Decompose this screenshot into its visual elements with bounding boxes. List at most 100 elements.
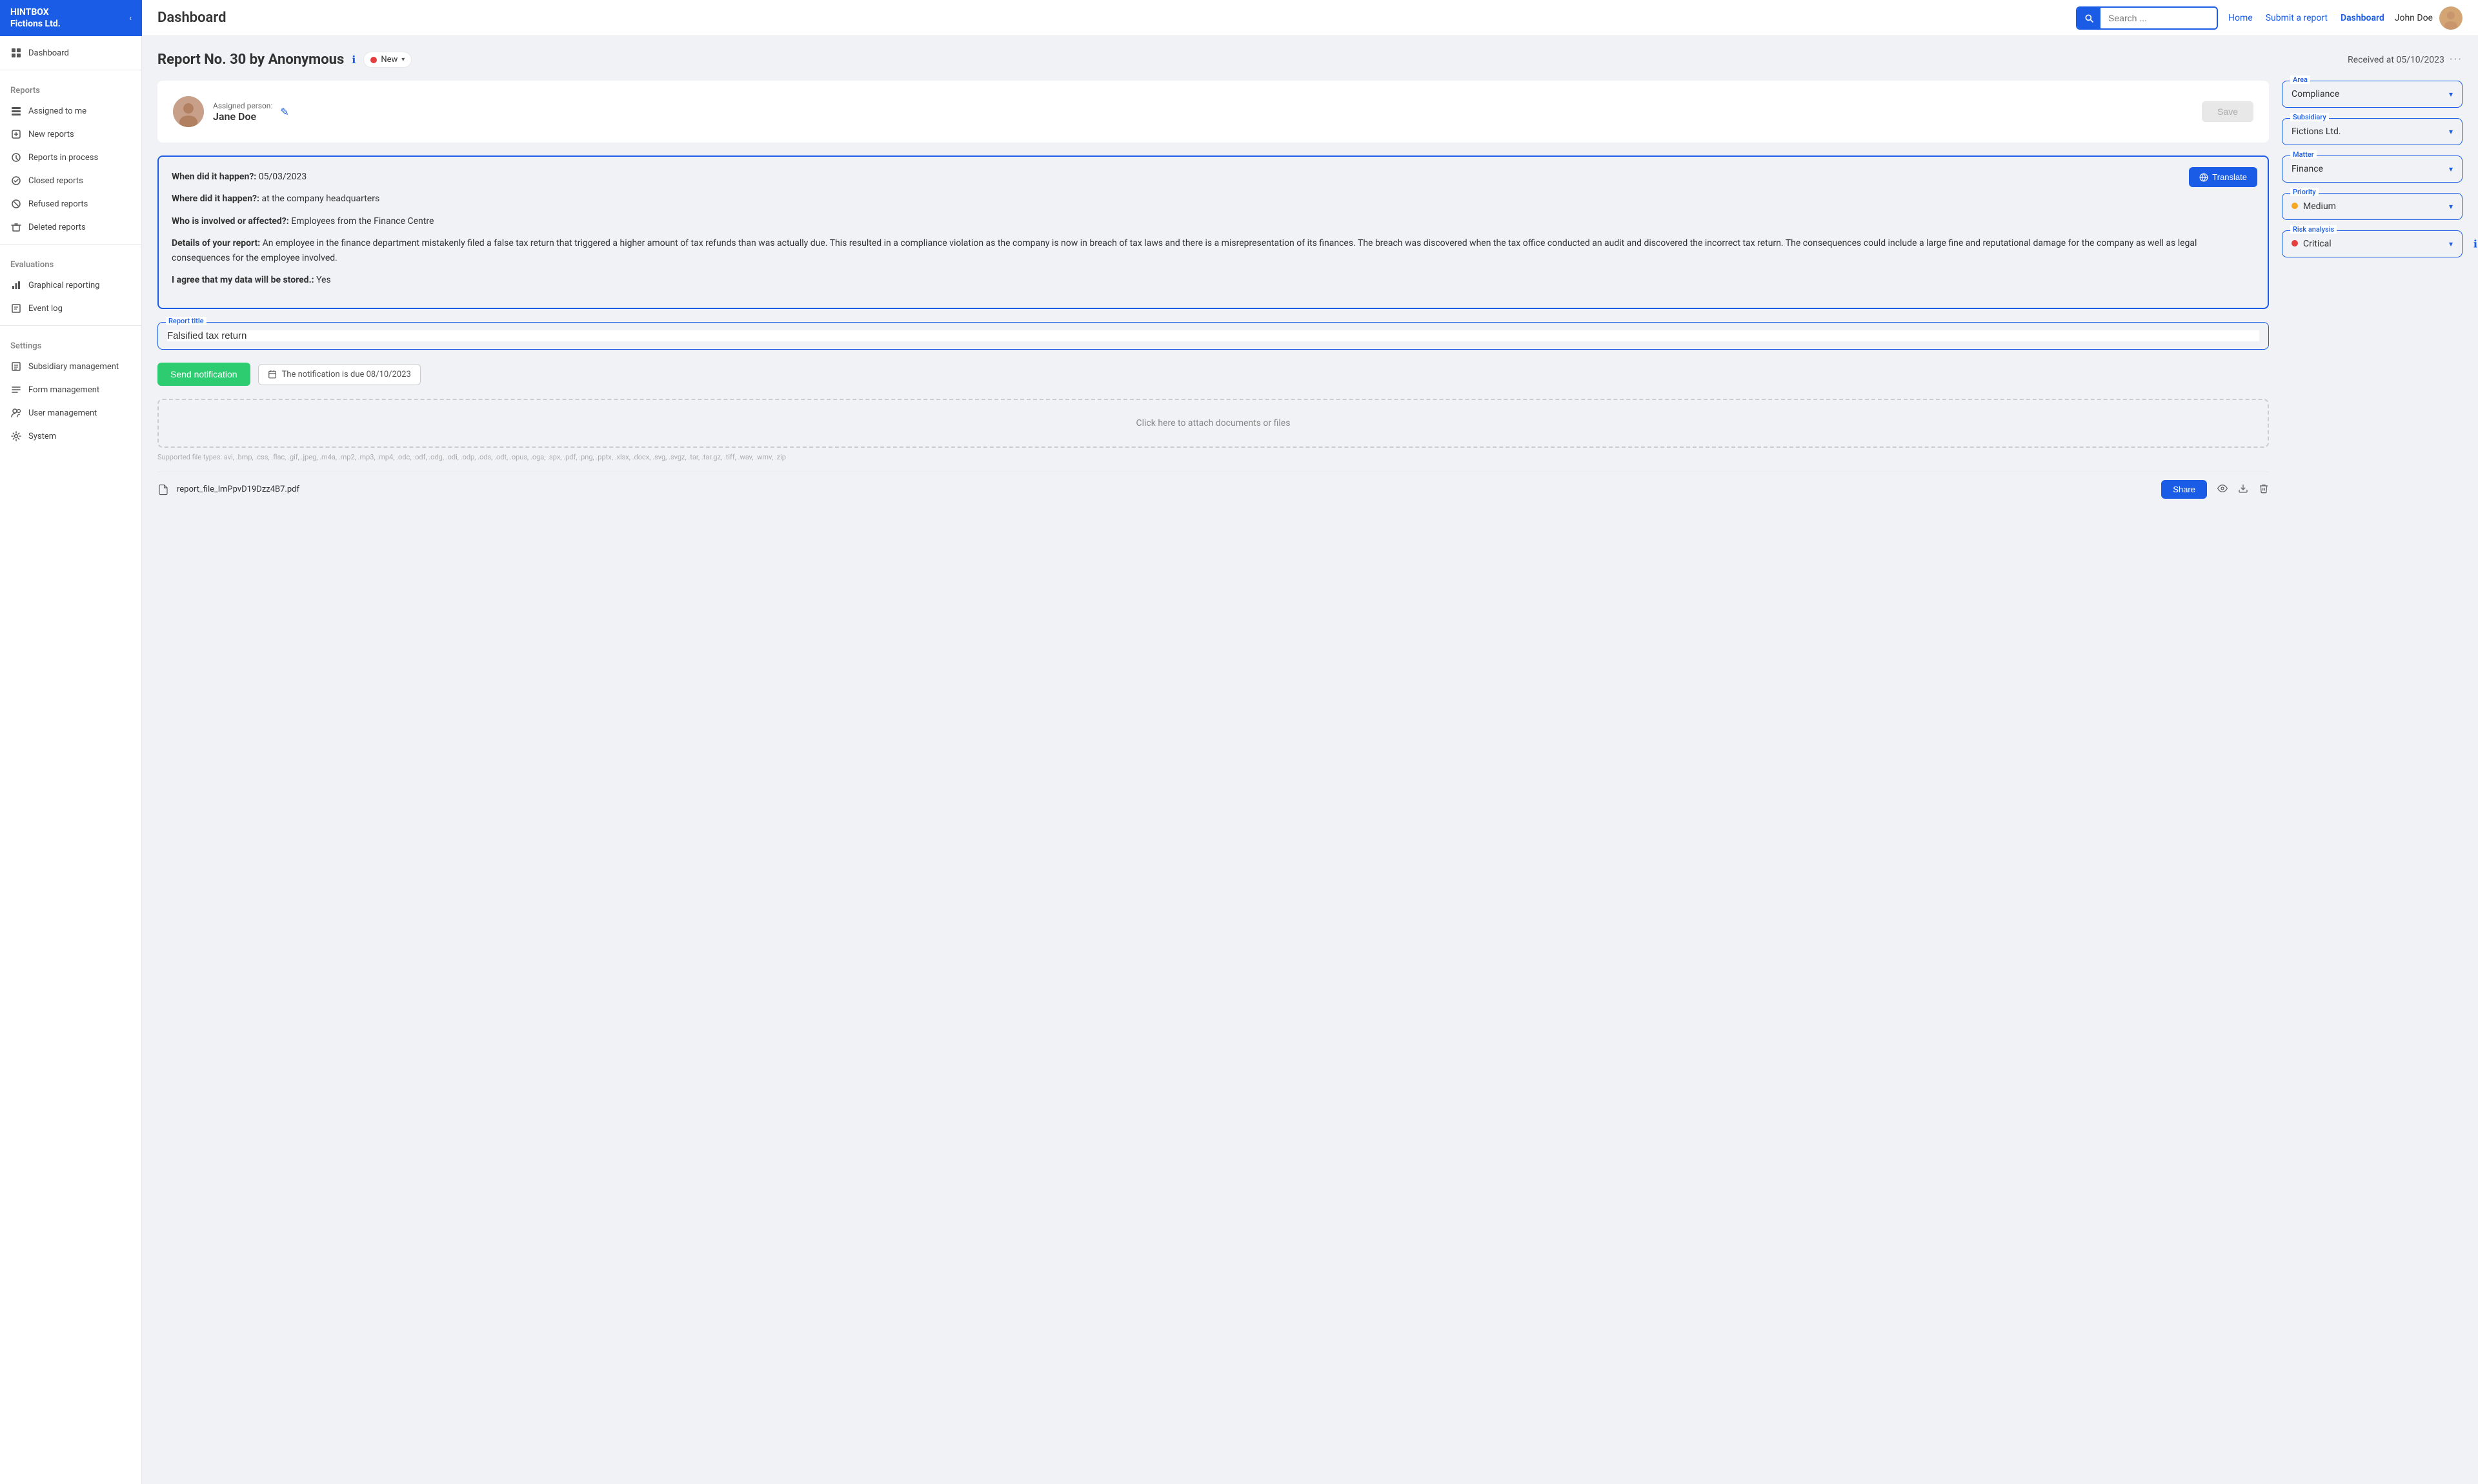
area-select[interactable]: Compliance ▾: [2292, 89, 2453, 99]
report-title-area: Report No. 30 by Anonymous ℹ New ▾: [157, 52, 412, 68]
received-text: Received at 05/10/2023: [2348, 55, 2444, 65]
subsidiary-chevron-icon: ▾: [2449, 127, 2453, 136]
page-title: Dashboard: [157, 10, 2066, 26]
refused-icon: [10, 198, 22, 210]
deleted-icon: [10, 221, 22, 233]
when-field: When did it happen?: 05/03/2023: [172, 170, 2255, 184]
user-name: John Doe: [2395, 13, 2433, 23]
sidebar-item-refused[interactable]: Refused reports: [0, 192, 141, 216]
sidebar-item-in-process[interactable]: Reports in process: [0, 146, 141, 169]
download-file-icon[interactable]: [2238, 483, 2248, 496]
edit-assigned-icon[interactable]: ✎: [280, 106, 288, 118]
brand: HINTBOX Fictions Ltd. ‹: [0, 0, 142, 36]
sidebar-item-user-management[interactable]: User management: [0, 401, 141, 425]
sidebar-item-deleted[interactable]: Deleted reports: [0, 216, 141, 239]
delete-file-icon[interactable]: [2259, 483, 2269, 496]
closed-icon: [10, 175, 22, 186]
reports-section-label: Reports: [0, 75, 141, 99]
risk-value: Critical: [2303, 239, 2449, 249]
right-panel: Area Compliance ▾ Subsidiary Fictions Lt…: [2282, 81, 2463, 506]
evaluations-section-label: Evaluations: [0, 250, 141, 274]
save-button[interactable]: Save: [2202, 101, 2253, 122]
sidebar-item-new-reports[interactable]: New reports: [0, 123, 141, 146]
more-options-menu[interactable]: ···: [2450, 53, 2463, 66]
sidebar-refused-label: Refused reports: [28, 199, 88, 209]
consent-field: I agree that my data will be stored.: Ye…: [172, 273, 2255, 287]
log-icon: [10, 303, 22, 314]
nav-submit-report[interactable]: Submit a report: [2266, 13, 2328, 23]
search-input[interactable]: [2100, 9, 2217, 27]
file-icon: [157, 484, 169, 496]
app-container: HINTBOX Fictions Ltd. ‹ Dashboard Home S…: [0, 0, 2478, 1484]
sidebar-item-subsidiary[interactable]: Subsidiary management: [0, 355, 141, 378]
subsidiary-icon: [10, 361, 22, 372]
report-title: Report No. 30 by Anonymous: [157, 52, 344, 68]
risk-info-icon[interactable]: ℹ: [2473, 238, 2477, 250]
translate-button[interactable]: Translate: [2189, 167, 2257, 187]
file-upload-area[interactable]: Click here to attach documents or files: [157, 399, 2269, 448]
who-value: Employees from the Finance Centre: [291, 216, 434, 226]
assigned-card: Assigned person: Jane Doe ✎ Save: [157, 81, 2269, 143]
sidebar-dashboard-label: Dashboard: [28, 48, 69, 58]
risk-select[interactable]: Critical ▾: [2292, 239, 2453, 249]
file-upload-label: Click here to attach documents or files: [1136, 418, 1291, 428]
matter-select[interactable]: Finance ▾: [2292, 164, 2453, 174]
sidebar-user-mgmt-label: User management: [28, 408, 97, 418]
file-types-text: Supported file types: avi, .bmp, .css, .…: [157, 453, 2269, 461]
main-cols: Assigned person: Jane Doe ✎ Save Transla…: [157, 81, 2463, 506]
form-icon: [10, 384, 22, 396]
nav-home[interactable]: Home: [2228, 13, 2253, 23]
received-info: Received at 05/10/2023 ···: [2348, 53, 2463, 66]
top-bar: Dashboard Home Submit a report Dashboard…: [142, 0, 2478, 36]
nav-dashboard[interactable]: Dashboard: [2341, 13, 2384, 23]
priority-chevron-icon: ▾: [2449, 202, 2453, 211]
area-value: Compliance: [2292, 89, 2339, 99]
avatar: [2439, 6, 2463, 30]
notification-due: The notification is due 08/10/2023: [258, 364, 421, 385]
sidebar-deleted-label: Deleted reports: [28, 223, 86, 232]
send-notification-button[interactable]: Send notification: [157, 363, 250, 386]
sidebar-toggle[interactable]: ‹: [129, 14, 132, 23]
report-info-icon[interactable]: ℹ: [352, 54, 356, 66]
view-file-icon[interactable]: [2217, 483, 2228, 496]
status-dot: [370, 57, 377, 63]
priority-value: Medium: [2303, 201, 2449, 212]
calendar-icon: [268, 370, 277, 379]
risk-group: Risk analysis Critical ▾ ℹ: [2282, 230, 2463, 257]
status-badge[interactable]: New ▾: [363, 52, 412, 68]
translate-label: Translate: [2212, 172, 2247, 182]
sidebar-item-form-management[interactable]: Form management: [0, 378, 141, 401]
main-layout: Dashboard Reports Assigned to me New rep…: [0, 36, 2478, 1484]
sidebar: Dashboard Reports Assigned to me New rep…: [0, 36, 142, 1484]
priority-indicator: [2292, 201, 2303, 212]
sidebar-closed-label: Closed reports: [28, 176, 83, 186]
subsidiary-select[interactable]: Fictions Ltd. ▾: [2292, 126, 2453, 137]
priority-select[interactable]: Medium ▾: [2292, 201, 2453, 212]
sidebar-item-event-log[interactable]: Event log: [0, 297, 141, 320]
search-container: [2076, 6, 2218, 30]
area-chevron-icon: ▾: [2449, 90, 2453, 99]
assigned-row: Assigned person: Jane Doe ✎ Save: [173, 96, 2253, 127]
assigned-info: Assigned person: Jane Doe: [213, 101, 272, 123]
translate-icon: [2199, 173, 2208, 182]
assigned-icon: [10, 105, 22, 117]
notification-due-text: The notification is due 08/10/2023: [282, 370, 411, 379]
report-title-input[interactable]: [167, 330, 2259, 341]
details-label: Details of your report:: [172, 238, 260, 248]
sidebar-item-system[interactable]: System: [0, 425, 141, 448]
sidebar-item-dashboard[interactable]: Dashboard: [0, 41, 141, 65]
sidebar-item-assigned[interactable]: Assigned to me: [0, 99, 141, 123]
matter-chevron-icon: ▾: [2449, 165, 2453, 174]
area-label: Area: [2290, 75, 2310, 84]
system-icon: [10, 430, 22, 442]
search-icon-btn[interactable]: [2077, 8, 2100, 28]
sidebar-graphical-label: Graphical reporting: [28, 281, 99, 290]
priority-group: Priority Medium ▾: [2282, 193, 2463, 220]
sidebar-item-graphical[interactable]: Graphical reporting: [0, 274, 141, 297]
file-name: report_file_lmPpvD19Dzz4B7.pdf: [177, 485, 2153, 494]
status-label: New: [381, 55, 398, 65]
sidebar-item-closed[interactable]: Closed reports: [0, 169, 141, 192]
subsidiary-label: Subsidiary: [2290, 113, 2329, 121]
assigned-avatar: [173, 96, 204, 127]
share-button[interactable]: Share: [2161, 480, 2207, 499]
